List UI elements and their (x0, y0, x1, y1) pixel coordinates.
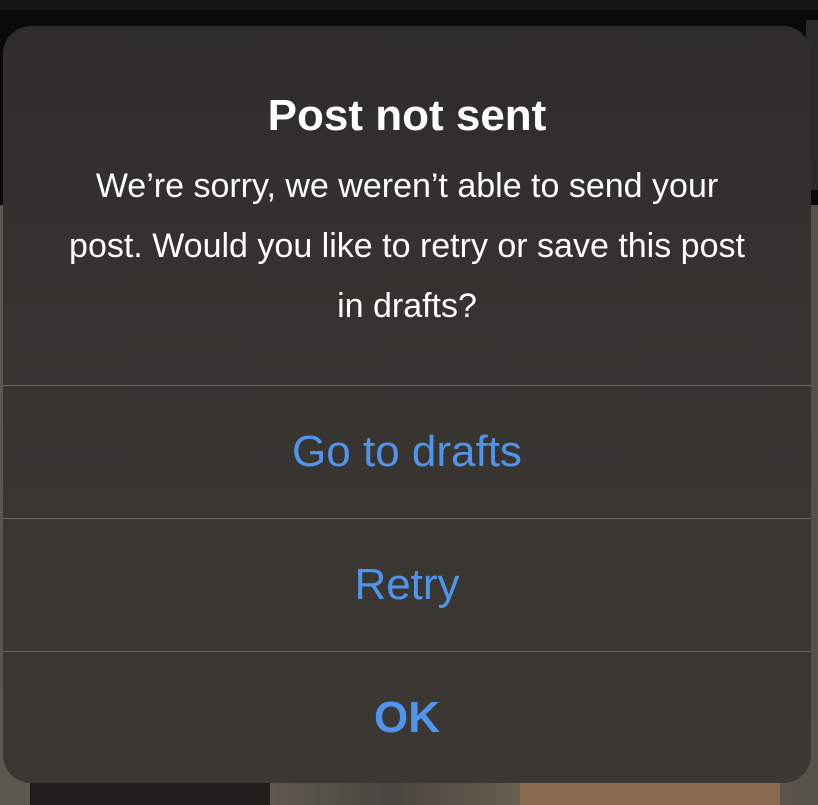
alert-message: We’re sorry, we weren’t able to send you… (69, 167, 745, 325)
alert-title: Post not sent (267, 91, 547, 140)
alert-header: Post not sent We’re sorry, we weren’t ab… (3, 26, 811, 385)
go-to-drafts-button[interactable]: Go to drafts (3, 386, 811, 518)
background-top-bar (0, 0, 818, 10)
alert-dialog: Post not sent We’re sorry, we weren’t ab… (3, 26, 811, 783)
ok-button[interactable]: OK (3, 652, 811, 783)
retry-button[interactable]: Retry (3, 519, 811, 651)
